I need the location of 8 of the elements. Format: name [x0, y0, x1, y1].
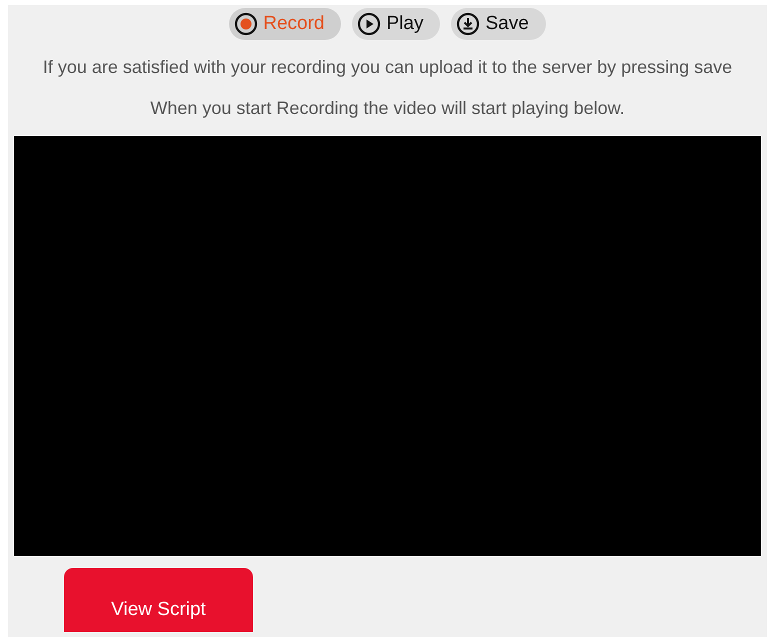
download-icon — [456, 12, 480, 36]
instruction-text: When you start Recording the video will start playing below. — [150, 98, 625, 119]
play-icon — [357, 12, 382, 36]
view-script-button[interactable]: View Script — [64, 568, 253, 632]
save-button[interactable]: Save — [451, 8, 546, 40]
record-icon — [234, 12, 258, 36]
instruction-text: If you are satisfied with your recording you can upload it to the server by pressing save — [42, 57, 732, 78]
play-button[interactable]: Play — [352, 8, 440, 40]
